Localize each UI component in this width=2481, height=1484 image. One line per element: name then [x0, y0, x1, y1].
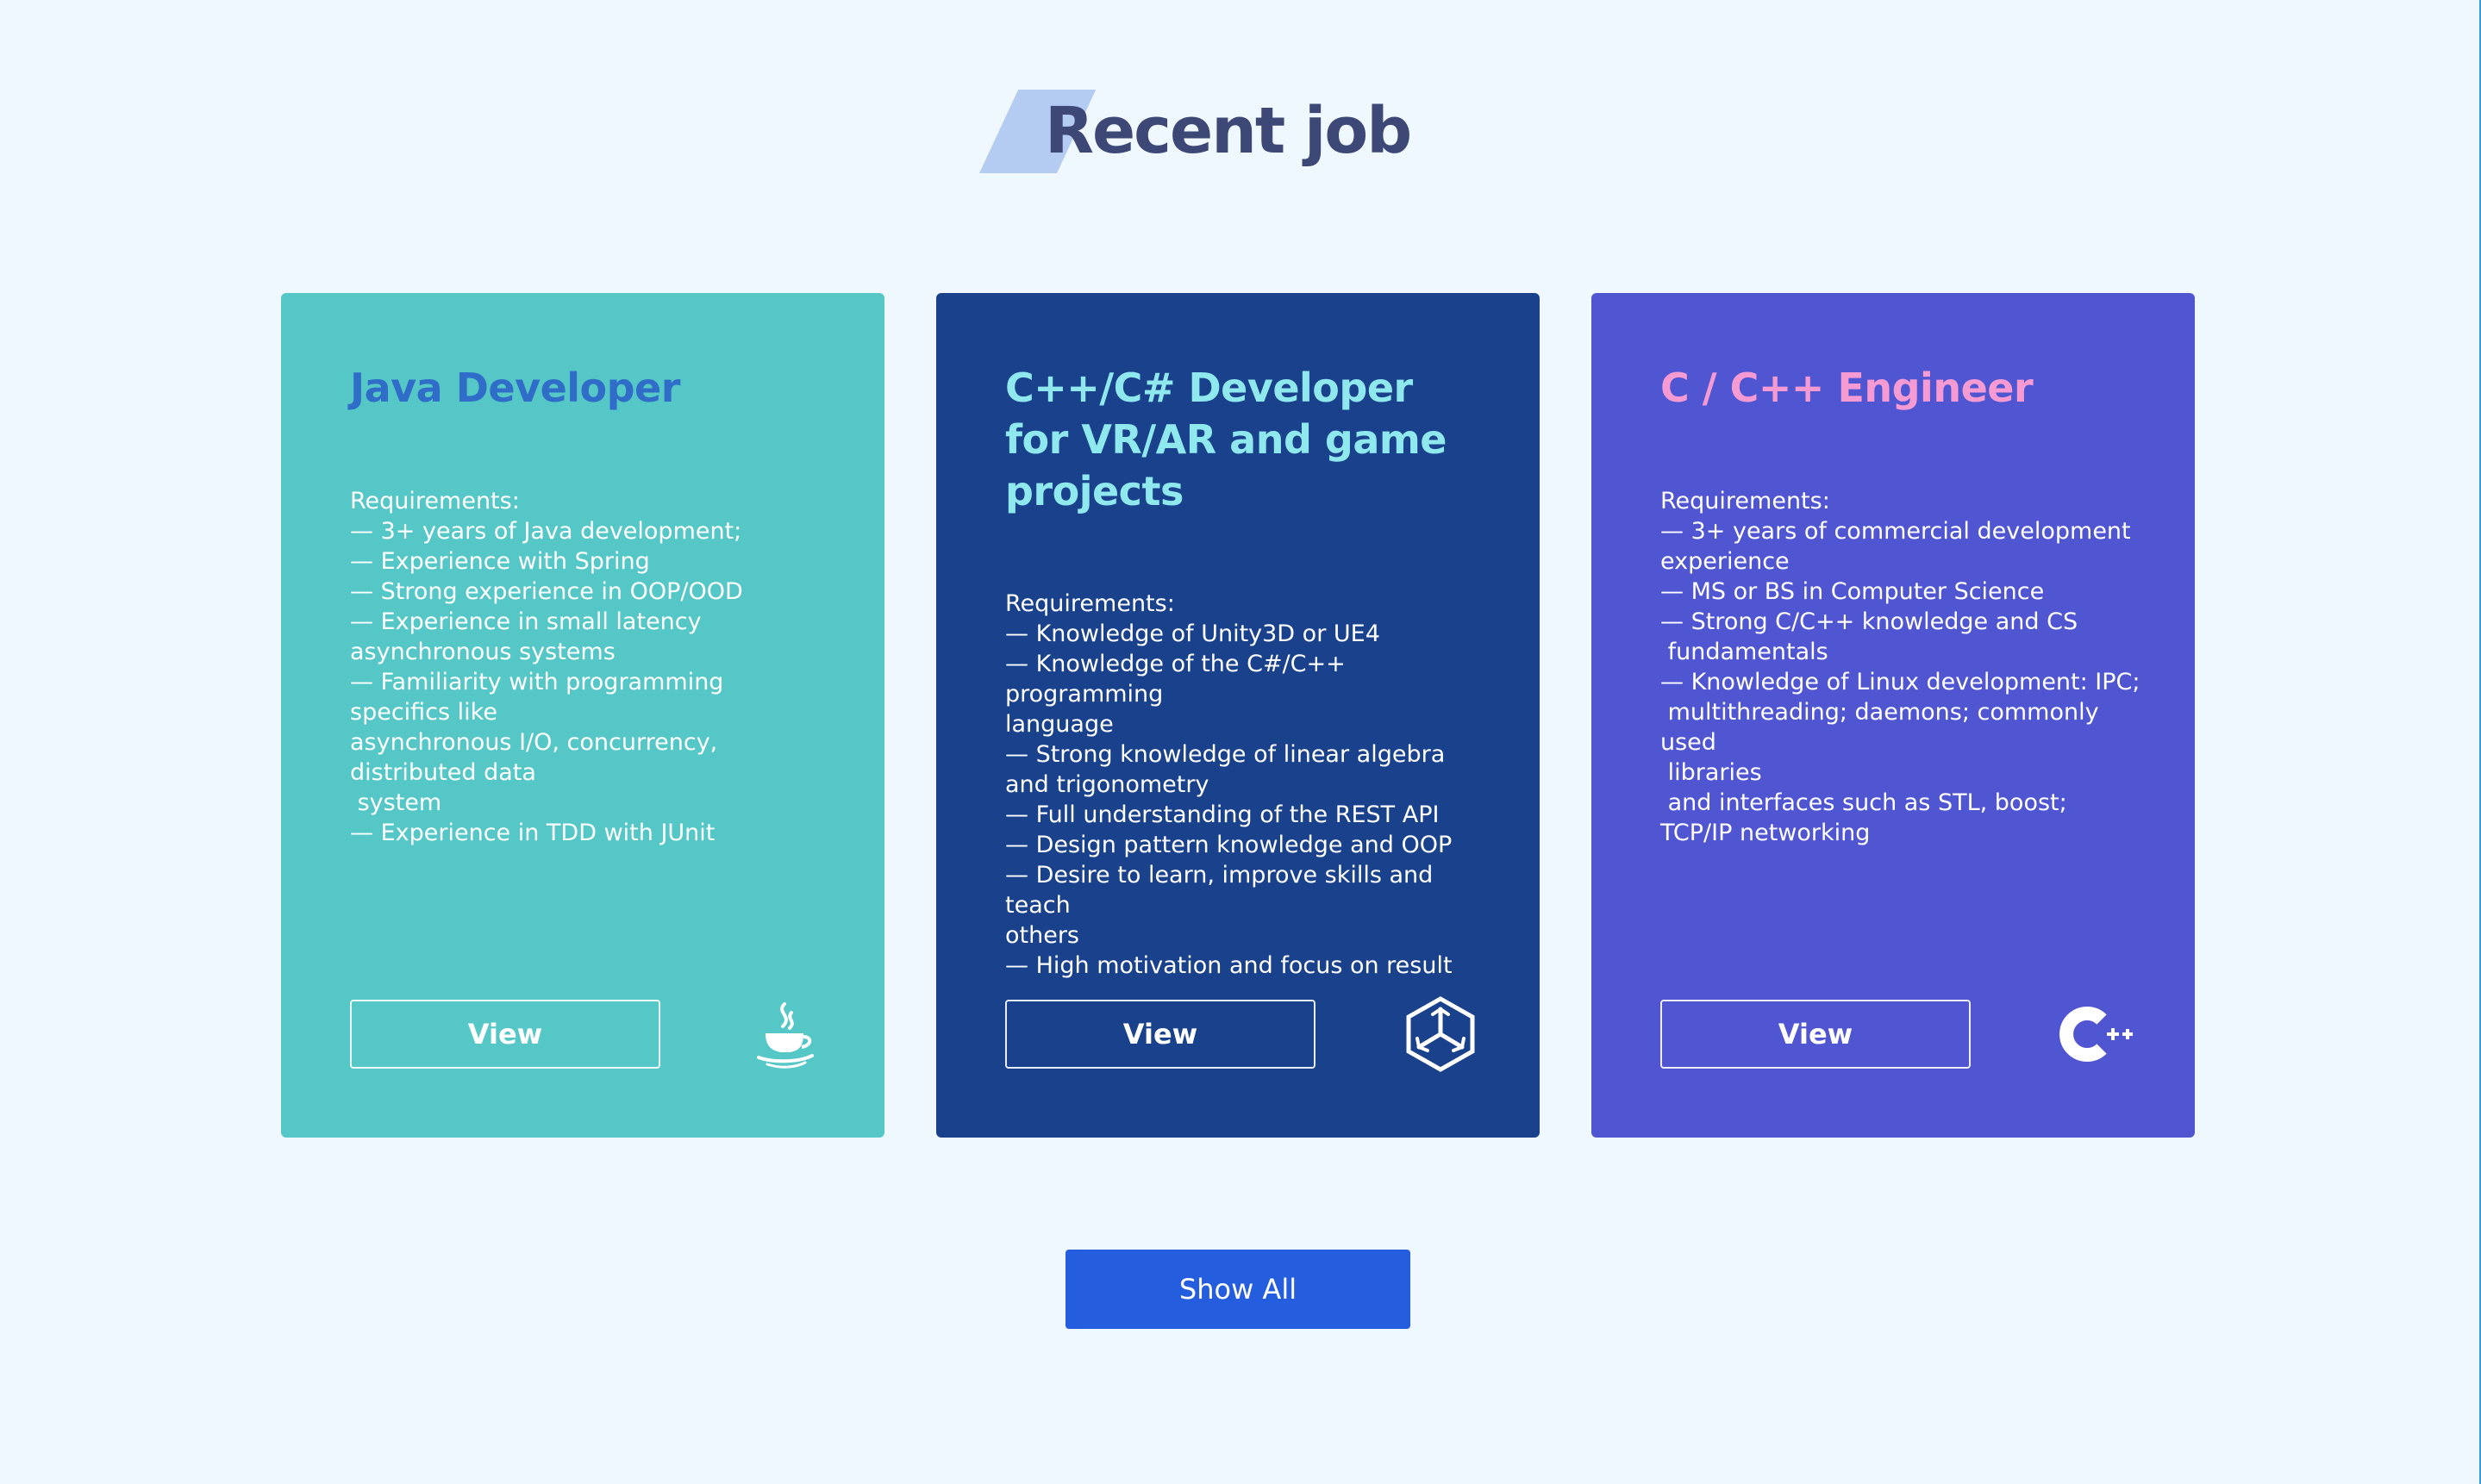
view-button[interactable]: View	[1005, 1000, 1315, 1069]
cplusplus-icon	[2059, 1007, 2133, 1062]
job-card-cpp: C / C++ Engineer Requirements: — 3+ year…	[1591, 293, 2195, 1138]
section-title: Recent job	[1045, 94, 1412, 168]
job-requirements: Requirements: — Knowledge of Unity3D or …	[1005, 590, 1453, 979]
unity-icon	[1406, 996, 1475, 1072]
section-heading: Recent job	[974, 86, 1412, 181]
job-title: Java Developer	[350, 365, 680, 411]
job-card-java: Java Developer Requirements: — 3+ years …	[281, 293, 884, 1138]
job-requirements: Requirements: — 3+ years of Java develop…	[350, 488, 743, 846]
job-title: C++/C# Developer for VR/AR and game proj…	[1005, 365, 1447, 514]
job-requirements: Requirements: — 3+ years of commercial d…	[1660, 488, 2140, 846]
job-card-vr: C++/C# Developer for VR/AR and game proj…	[936, 293, 1540, 1138]
view-button[interactable]: View	[1660, 1000, 1971, 1069]
view-button[interactable]: View	[350, 1000, 660, 1069]
show-all-button[interactable]: Show All	[1066, 1250, 1410, 1329]
job-title: C / C++ Engineer	[1660, 365, 2034, 411]
java-icon	[757, 1002, 814, 1069]
